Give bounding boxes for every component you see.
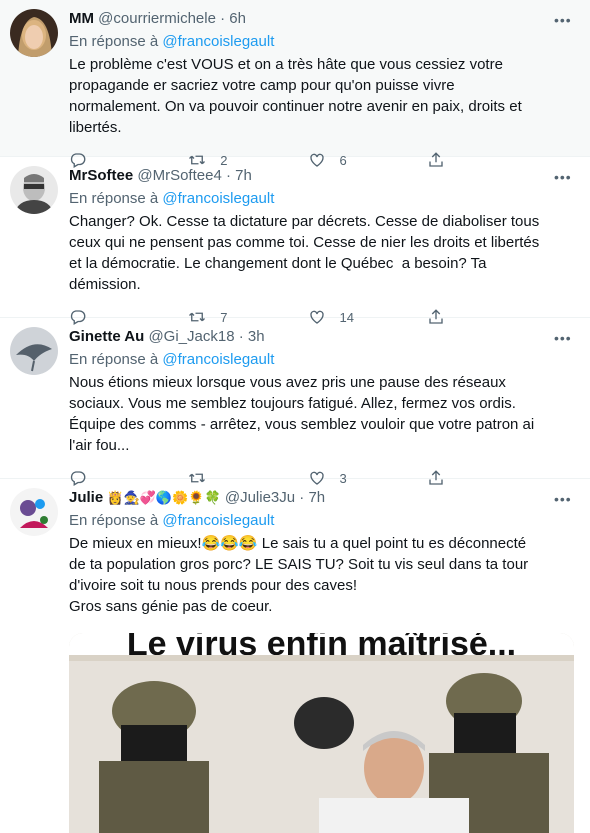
- user-handle[interactable]: @courriermichele: [98, 10, 216, 27]
- reply-context: En réponse à @francoislegault: [69, 189, 546, 209]
- reply-to-link[interactable]: @francoislegault: [162, 512, 274, 529]
- name-emojis: 👸🧙💞🌎🌼🌻🍀: [107, 490, 221, 505]
- reply-prefix: En réponse à: [69, 33, 159, 50]
- separator-dot: ·: [225, 167, 231, 184]
- reply-context: En réponse à @francoislegault: [69, 511, 546, 531]
- separator-dot: ·: [220, 10, 226, 27]
- avatar[interactable]: [10, 327, 58, 375]
- tweet-text: Le problème c'est VOUS et on a très hâte…: [69, 56, 526, 136]
- avatar[interactable]: [10, 166, 58, 214]
- tweet-text: Nous étions mieux lorsque vous avez pris…: [69, 374, 539, 454]
- reply-to-link[interactable]: @francoislegault: [162, 351, 274, 368]
- timestamp[interactable]: 7h: [308, 489, 325, 506]
- display-name[interactable]: Julie: [69, 489, 103, 506]
- separator-dot: ·: [299, 489, 305, 506]
- timestamp[interactable]: 6h: [229, 10, 246, 27]
- display-name[interactable]: MM: [69, 10, 94, 27]
- more-options-icon[interactable]: •••: [554, 12, 574, 28]
- reply-to-link[interactable]: @francoislegault: [162, 190, 274, 207]
- user-handle[interactable]: @Gi_Jack18: [148, 328, 234, 345]
- avatar[interactable]: [10, 488, 58, 536]
- user-handle[interactable]: @Julie3Ju: [225, 489, 295, 506]
- tweet[interactable]: ••• Julie 👸🧙💞🌎🌼🌻🍀 @Julie3Ju · 7h En répo…: [0, 479, 590, 833]
- separator-dot: ·: [238, 328, 244, 345]
- reply-context: En réponse à @francoislegault: [69, 32, 546, 52]
- display-name[interactable]: Ginette Au: [69, 328, 144, 345]
- image-scene: [69, 661, 574, 833]
- tweet[interactable]: ••• MrSoftee @MrSoftee4 · 7h En réponse …: [0, 157, 590, 325]
- reply-prefix: En réponse à: [69, 512, 159, 529]
- tweet[interactable]: ••• Ginette Au @Gi_Jack18 · 3h En répons…: [0, 318, 590, 486]
- reply-context: En réponse à @francoislegault: [69, 350, 546, 370]
- tweet-text: Changer? Ok. Cesse ta dictature par décr…: [69, 213, 544, 293]
- more-options-icon[interactable]: •••: [554, 330, 574, 346]
- more-options-icon[interactable]: •••: [554, 169, 574, 185]
- reply-to-link[interactable]: @francoislegault: [162, 33, 274, 50]
- avatar[interactable]: [10, 9, 58, 57]
- tweet[interactable]: ••• MM @courriermichele · 6h En réponse …: [0, 0, 590, 168]
- reply-prefix: En réponse à: [69, 190, 159, 207]
- timestamp[interactable]: 3h: [248, 328, 265, 345]
- user-handle[interactable]: @MrSoftee4: [137, 167, 221, 184]
- reply-prefix: En réponse à: [69, 351, 159, 368]
- tweet-image[interactable]: Le virus enfin maîtrisé...: [69, 633, 574, 833]
- more-options-icon[interactable]: •••: [554, 491, 574, 507]
- timestamp[interactable]: 7h: [235, 167, 252, 184]
- tweet-text: De mieux en mieux!😂😂😂 Le sais tu a quel …: [69, 535, 529, 615]
- display-name[interactable]: MrSoftee: [69, 167, 133, 184]
